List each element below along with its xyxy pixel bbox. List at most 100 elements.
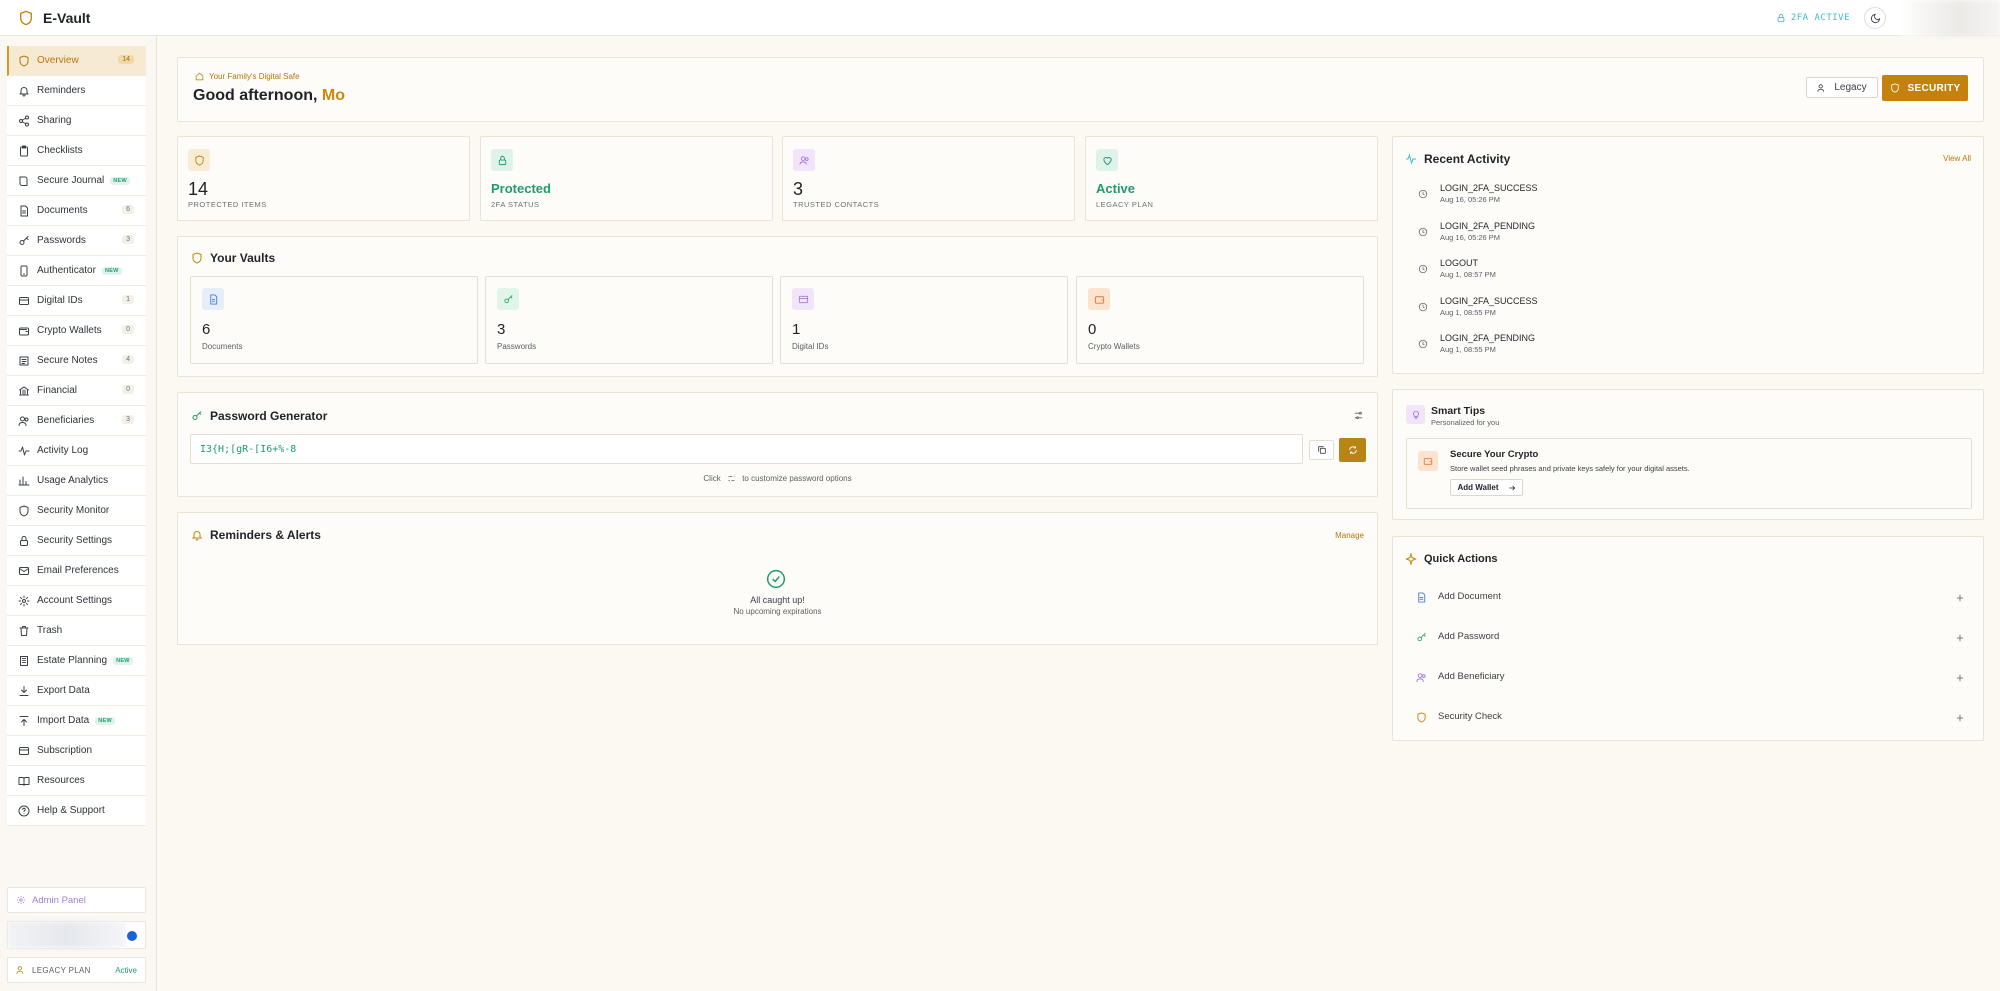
document-icon: [202, 288, 224, 310]
moon-icon: [1870, 13, 1880, 23]
key-icon: [1416, 630, 1428, 642]
sidebar-item-label: Trash: [37, 625, 63, 636]
sidebar-item-reminders[interactable]: Reminders: [7, 76, 146, 106]
generated-password-field[interactable]: I3{H;[gR-[I6+%-8: [190, 434, 1303, 464]
sidebar-item-label: Reminders: [37, 85, 86, 96]
arrow-right-icon: [1508, 485, 1515, 490]
sidebar-item-subscription[interactable]: Subscription: [7, 736, 146, 766]
sidebar-nav: Overview 14 Reminders Sharing Checklists Secu…: [7, 46, 146, 826]
shield-icon: [192, 252, 202, 264]
sidebar-item-activity-log[interactable]: Activity Log: [7, 436, 146, 466]
id-card-icon: [792, 288, 814, 310]
sidebar-item-estate-planning[interactable]: Estate Planning NEW: [7, 646, 146, 676]
sidebar-item-checklists[interactable]: Checklists: [7, 136, 146, 166]
legacy-button[interactable]: Legacy: [1806, 77, 1878, 98]
brand[interactable]: E-Vault: [18, 10, 90, 26]
plus-icon: [1955, 590, 1965, 602]
sidebar-item-label: Passwords: [37, 235, 86, 246]
quick-action-security-check[interactable]: Security Check: [1416, 701, 1965, 731]
document-icon: [1416, 590, 1428, 603]
users-icon: [793, 149, 815, 171]
sidebar-item-secure-notes[interactable]: Secure Notes 4: [7, 346, 146, 376]
regenerate-password-button[interactable]: [1339, 438, 1366, 462]
sidebar-item-secure-journal[interactable]: Secure Journal NEW: [7, 166, 146, 196]
quick-action-add-beneficiary[interactable]: Add Beneficiary: [1416, 661, 1965, 691]
sidebar-item-security-monitor[interactable]: Security Monitor: [7, 496, 146, 526]
stat-card-trusted-contacts[interactable]: 3 TRUSTED CONTACTS: [782, 136, 1075, 221]
mail-icon: [18, 565, 30, 577]
view-all-link[interactable]: View All: [1943, 154, 1971, 163]
legacy-button-label: Legacy: [1834, 82, 1867, 93]
lightbulb-icon: [1406, 405, 1425, 424]
sidebar-item-export-data[interactable]: Export Data: [7, 676, 146, 706]
sidebar-item-label: Financial: [37, 385, 78, 396]
sidebar-item-label: Estate Planning: [37, 655, 108, 666]
vaults-title: Your Vaults: [191, 251, 275, 265]
sidebar-item-resources[interactable]: Resources: [7, 766, 146, 796]
sidebar-item-label: Checklists: [37, 145, 83, 156]
stat-label: LEGACY PLAN: [1096, 200, 1154, 209]
sidebar-item-email-preferences[interactable]: Email Preferences: [7, 556, 146, 586]
sliders-icon[interactable]: [1353, 410, 1364, 421]
sidebar-item-passwords[interactable]: Passwords 3: [7, 226, 146, 256]
admin-panel-button[interactable]: Admin Panel: [7, 887, 146, 913]
manage-reminders-link[interactable]: Manage: [1335, 531, 1364, 540]
sidebar-item-digital-ids[interactable]: Digital IDs 1: [7, 286, 146, 316]
sidebar-item-help-and-support[interactable]: Help & Support: [7, 796, 146, 826]
sidebar-item-documents[interactable]: Documents 6: [7, 196, 146, 226]
copy-password-button[interactable]: [1309, 440, 1334, 460]
key-icon: [192, 411, 202, 420]
sidebar-item-overview[interactable]: Overview 14: [7, 46, 146, 76]
sidebar-item-label: Documents: [37, 205, 88, 216]
shield-icon: [188, 149, 210, 171]
vault-crypto-wallets[interactable]: 0 Crypto Wallets: [1076, 276, 1364, 364]
sidebar-item-financial[interactable]: Financial 0: [7, 376, 146, 406]
security-button[interactable]: SECURITY: [1882, 75, 1968, 101]
user-menu[interactable]: [1900, 0, 2000, 36]
stat-card-protected-items[interactable]: 14 PROTECTED ITEMS: [177, 136, 470, 221]
blurred-account: [8, 922, 126, 948]
stat-card-2fa-status[interactable]: Protected 2FA STATUS: [480, 136, 773, 221]
sidebar-item-beneficiaries[interactable]: Beneficiaries 3: [7, 406, 146, 436]
new-badge: NEW: [110, 176, 130, 185]
refresh-icon: [1348, 446, 1357, 454]
phone-icon: [18, 265, 30, 277]
sidebar-item-import-data[interactable]: Import Data NEW: [7, 706, 146, 736]
stat-value: Protected: [491, 181, 551, 196]
sidebar-item-label: Email Preferences: [37, 565, 119, 576]
sidebar-item-trash[interactable]: Trash: [7, 616, 146, 646]
quick-action-label: Add Beneficiary: [1438, 671, 1505, 682]
sidebar-item-security-settings[interactable]: Security Settings: [7, 526, 146, 556]
password-generator-title: Password Generator: [191, 409, 327, 423]
admin-panel-label: Admin Panel: [32, 894, 86, 906]
vault-passwords[interactable]: 3 Passwords: [485, 276, 773, 364]
heart-icon: [1096, 149, 1118, 171]
quick-action-add-document[interactable]: Add Document: [1416, 581, 1965, 611]
theme-toggle-button[interactable]: [1864, 7, 1886, 29]
toggle-knob[interactable]: [127, 931, 137, 941]
sliders-icon: [728, 476, 735, 482]
sidebar-item-label: Security Settings: [37, 535, 113, 546]
sidebar-item-usage-analytics[interactable]: Usage Analytics: [7, 466, 146, 496]
sidebar-item-label: Secure Journal: [37, 175, 105, 186]
vault-count: 3: [497, 321, 506, 338]
recent-activity-title: Recent Activity: [1405, 152, 1510, 166]
sidebar-item-crypto-wallets[interactable]: Crypto Wallets 0: [7, 316, 146, 346]
stat-card-legacy-plan[interactable]: Active LEGACY PLAN: [1085, 136, 1378, 221]
smart-tips-card: Smart Tips Personalized for you Secure Y…: [1392, 389, 1984, 520]
sidebar-item-account-settings[interactable]: Account Settings: [7, 586, 146, 616]
activity-icon: [18, 445, 30, 457]
add-wallet-button[interactable]: Add Wallet: [1450, 479, 1523, 496]
shield-icon: [18, 55, 30, 67]
vault-digital-ids[interactable]: 1 Digital IDs: [780, 276, 1068, 364]
plan-status-row[interactable]: LEGACY PLAN Active: [7, 957, 146, 983]
users-icon: [16, 966, 24, 974]
security-button-label: SECURITY: [1907, 82, 1961, 94]
quick-action-add-password[interactable]: Add Password: [1416, 621, 1965, 651]
new-badge: NEW: [95, 716, 115, 725]
count-badge: 3: [122, 235, 134, 244]
sidebar-item-authenticator[interactable]: Authenticator NEW: [7, 256, 146, 286]
account-toggle[interactable]: [7, 921, 146, 949]
vault-documents[interactable]: 6 Documents: [190, 276, 478, 364]
sidebar-item-sharing[interactable]: Sharing: [7, 106, 146, 136]
